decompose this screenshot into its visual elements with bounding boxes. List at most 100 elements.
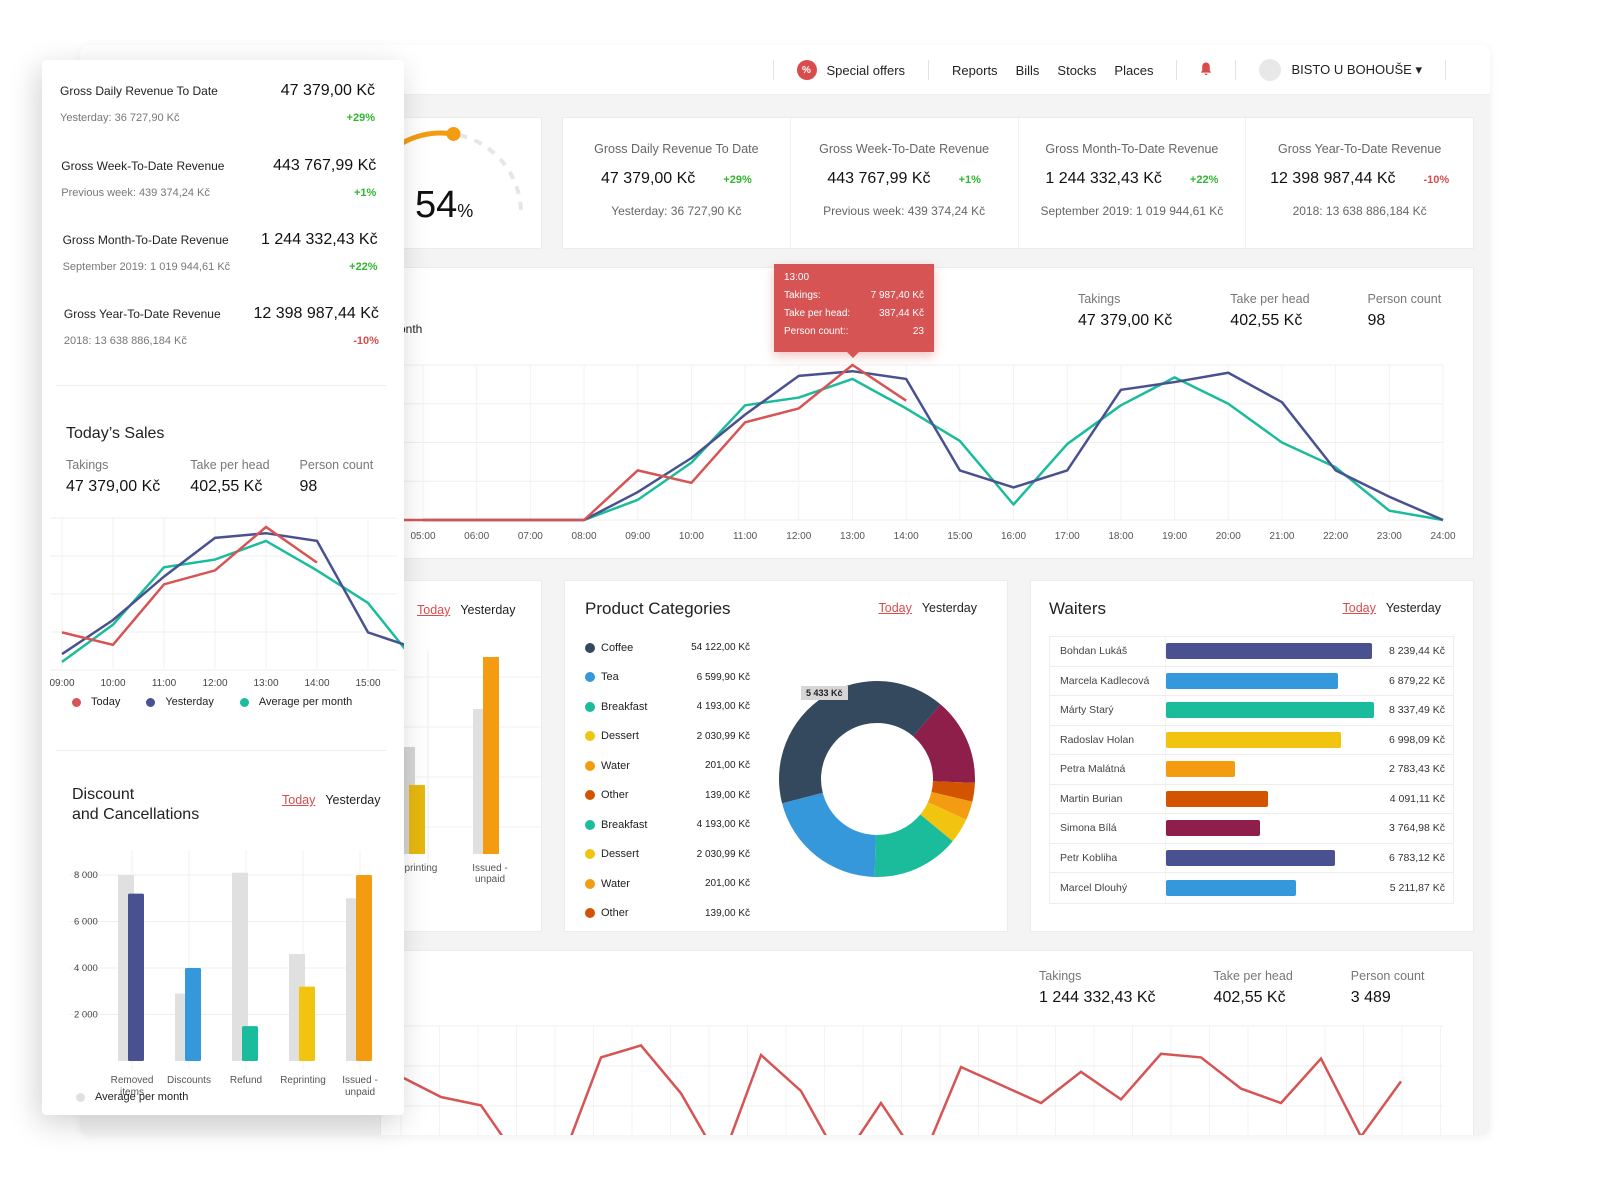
waiter-name: Simona Bílá xyxy=(1050,814,1166,843)
waiter-bar-track xyxy=(1166,726,1378,755)
tab-yesterday[interactable]: Yesterday xyxy=(922,601,977,615)
kpi-top: Gross Week-To-Date Revenue 443 767,99 Kč xyxy=(61,157,376,175)
kpi-value: 1 244 332,43 Kč xyxy=(1045,170,1162,187)
nav-bills[interactable]: Bills xyxy=(1016,63,1040,78)
series-line-average-per-month xyxy=(423,376,1444,522)
waiter-name: Bohdan Lukáš xyxy=(1050,637,1166,666)
tooltip-value: 387,44 Kč xyxy=(878,308,924,319)
kpi-tile: Gross Daily Revenue To Date 47 379,00 Kč +… xyxy=(563,118,791,248)
tab-today[interactable]: Today xyxy=(282,793,315,807)
kpi-value-row: 443 767,99 Kč +1% xyxy=(791,170,1018,188)
kpi-subtitle: Yesterday: 36 727,90 Kč xyxy=(60,112,180,124)
kpi-change: -10% xyxy=(353,335,379,347)
category-color-dot xyxy=(585,790,595,801)
x-tick-label: 15:00 xyxy=(355,678,380,689)
legend-item[interactable]: Average per month xyxy=(239,696,352,708)
nav-reports[interactable]: Reports xyxy=(952,63,998,78)
stat-label: Takings xyxy=(66,458,109,472)
category-item[interactable]: Other 139,00 Kč xyxy=(585,899,750,929)
waiter-bar xyxy=(1166,761,1236,778)
bar-today-reprinting xyxy=(409,785,425,854)
waiter-name: Márty Starý xyxy=(1050,696,1166,725)
category-color-dot xyxy=(585,878,595,889)
tooltip-label: Take per head: xyxy=(784,308,851,319)
tab-yesterday[interactable]: Yesterday xyxy=(325,793,380,807)
category-item[interactable]: Dessert 2 030,99 Kč xyxy=(585,722,750,752)
waiter-row[interactable]: Petra Malátná 2 783,43 Kč xyxy=(1050,755,1453,785)
waiter-row[interactable]: Petr Kobliha 6 783,12 Kč xyxy=(1050,843,1453,873)
waiter-amount: 6 998,09 Kč xyxy=(1388,733,1445,746)
special-offers-label: Special offers xyxy=(826,62,906,78)
stat-value: 402,55 Kč xyxy=(190,478,263,495)
x-tick-label: 21:00 xyxy=(1269,531,1294,542)
legend-item[interactable]: Today xyxy=(72,696,120,708)
kpi-title: Gross Year-To-Date Revenue xyxy=(63,307,221,321)
waiter-row[interactable]: Radoslav Holan 6 998,09 Kč xyxy=(1050,725,1453,755)
kpi-value-row: 12 398 987,44 Kč -10% xyxy=(1246,170,1473,188)
mobile-summary-panel: Gross Daily Revenue To Date 47 379,00 Kč Y… xyxy=(42,60,404,1115)
category-label: Refund xyxy=(230,1075,262,1086)
summary-kpi: Gross Daily Revenue To Date 47 379,00 Kč Y… xyxy=(60,82,375,124)
bell-icon[interactable] xyxy=(1200,62,1212,79)
kpi-title: Gross Daily Revenue To Date xyxy=(594,142,759,156)
waiter-name: Marcel Dlouhý xyxy=(1050,873,1166,903)
kpi-top: Gross Daily Revenue To Date 47 379,00 Kč xyxy=(60,82,375,100)
waiter-bar xyxy=(1166,790,1269,807)
venue-dropdown[interactable]: BISTO U BOHOUŠE ▾ xyxy=(1259,59,1422,81)
special-offers-link[interactable]: % Special offers xyxy=(796,60,906,80)
kpi-value: 12 398 987,44 Kč xyxy=(253,305,379,322)
tooltip-row: Takings: 7 987,40 Kč xyxy=(784,290,924,301)
tab-today[interactable]: Today xyxy=(879,601,912,615)
kpi-subtitle: 2018: 13 638 886,184 Kč xyxy=(1292,204,1427,218)
waiter-bar-track xyxy=(1166,873,1378,903)
nav-stocks[interactable]: Stocks xyxy=(1057,63,1096,78)
waiter-name: Petr Kobliha xyxy=(1050,843,1166,872)
category-item[interactable]: Water 201,00 Kč xyxy=(585,869,750,899)
kpi-change: +22% xyxy=(349,261,378,273)
kpi-subtitle: 2018: 13 638 886,184 Kč xyxy=(63,335,187,347)
waiter-row[interactable]: Bohdan Lukáš 8 239,44 Kč xyxy=(1050,637,1453,667)
category-color-dot xyxy=(585,701,595,712)
kpi-change: +29% xyxy=(346,112,375,124)
category-item[interactable]: Breakfast 4 193,00 Kč xyxy=(585,810,750,840)
legend-dot xyxy=(72,697,81,707)
kpi-title: Gross Month-To-Date Revenue xyxy=(1045,142,1219,156)
chart-legend: Today Yesterday Average per month xyxy=(72,696,352,708)
discount-bars-partial xyxy=(381,651,543,871)
tab-yesterday[interactable]: Yesterday xyxy=(1386,601,1441,615)
x-tick-label: 08:00 xyxy=(572,531,597,542)
donut-slice-tea xyxy=(782,792,876,877)
product-tabs: Today Yesterday xyxy=(879,601,978,615)
tooltip-label: Takings: xyxy=(784,290,821,301)
waiter-bar-track xyxy=(1166,696,1378,725)
divider xyxy=(1445,60,1446,80)
waiter-name: Petra Malátná xyxy=(1050,755,1166,784)
waiter-bar-track xyxy=(1166,785,1378,814)
category-item[interactable]: Dessert 2 030,99 Kč xyxy=(585,840,750,870)
tab-today[interactable]: Today xyxy=(1343,601,1376,615)
waiter-name: Radoslav Holan xyxy=(1050,725,1166,754)
category-name: Coffee xyxy=(601,641,634,654)
divider xyxy=(56,385,386,386)
waiter-row[interactable]: Simona Bílá 3 764,98 Kč xyxy=(1050,814,1453,844)
x-tick-label: 14:00 xyxy=(894,531,919,542)
nav-places[interactable]: Places xyxy=(1114,63,1153,78)
waiter-row[interactable]: Martin Burian 4 091,11 Kč xyxy=(1050,784,1453,814)
x-tick-label: 24:00 xyxy=(1430,531,1455,542)
x-tick-label: 16:00 xyxy=(1001,531,1026,542)
category-item[interactable]: Tea 6 599,90 Kč xyxy=(585,663,750,693)
label-issued-unpaid: Issued - unpaid xyxy=(472,863,508,885)
avatar xyxy=(1259,59,1282,81)
category-item[interactable]: Water 201,00 Kč xyxy=(585,751,750,781)
waiter-row[interactable]: Marcel Dlouhý 5 211,87 Kč xyxy=(1050,873,1453,903)
tooltip-value: 7 987,40 Kč xyxy=(870,290,924,301)
waiter-row[interactable]: Márty Starý 8 337,49 Kč xyxy=(1050,696,1453,726)
waiter-amount: 2 783,43 Kč xyxy=(1388,763,1445,776)
category-item[interactable]: Breakfast 4 193,00 Kč xyxy=(585,692,750,722)
category-item[interactable]: Other 139,00 Kč xyxy=(585,781,750,811)
category-item[interactable]: Coffee 54 122,00 Kč xyxy=(585,633,750,663)
waiter-row[interactable]: Marcela Kadlecová 6 879,22 Kč xyxy=(1050,666,1453,696)
waiter-name: Martin Burian xyxy=(1050,784,1166,813)
kpi-change: +22% xyxy=(1189,174,1219,186)
legend-item[interactable]: Yesterday xyxy=(146,696,214,708)
